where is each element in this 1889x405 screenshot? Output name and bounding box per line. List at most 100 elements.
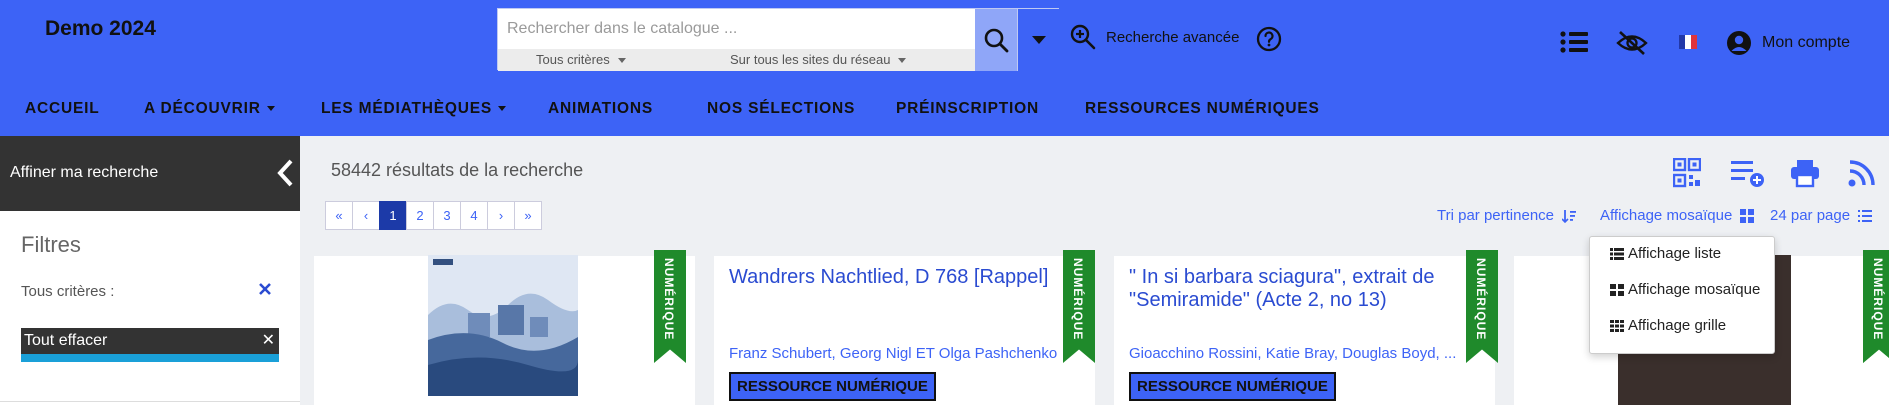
mosaic-icon	[1610, 283, 1624, 296]
collapse-sidebar-button[interactable]	[276, 158, 294, 193]
list-order-icon	[1858, 209, 1873, 223]
nav-item-label: NOS SÉLECTIONS	[707, 100, 856, 117]
display-select[interactable]: Affichage mosaïque	[1600, 207, 1755, 224]
cover-thumbnail[interactable]	[428, 255, 578, 396]
account-link[interactable]: Mon compte	[1726, 30, 1850, 56]
per-page-select[interactable]: 24 par page	[1770, 207, 1873, 224]
site-header: Demo 2024 Tous critères Sur tous les sit…	[0, 0, 1889, 136]
digital-ribbon: NUMÉRIQUE	[1063, 250, 1095, 363]
rss-icon[interactable]	[1848, 158, 1876, 193]
nav-item-label: LES MÉDIATHÈQUES	[321, 100, 492, 117]
ribbon-label: NUMÉRIQUE	[1474, 258, 1488, 341]
criteria-label: Tous critères :	[21, 283, 115, 300]
nav-item-preinscription[interactable]: PRÉINSCRIPTION	[896, 100, 1039, 118]
caret-down-icon	[1031, 35, 1046, 44]
grid-icon	[1610, 319, 1624, 332]
resource-type-badge[interactable]: RESSOURCE NUMÉRIQUE	[729, 372, 936, 401]
card-title[interactable]: Wandrers Nachtlied, D 768 [Rappel]	[729, 266, 1059, 289]
print-icon[interactable]	[1790, 158, 1820, 193]
brand-title[interactable]: Demo 2024	[45, 17, 156, 41]
filter-sidebar: Affiner ma recherche Filtres Tous critèr…	[0, 136, 300, 405]
menu-item-mosaic[interactable]: Affichage mosaïque	[1610, 281, 1760, 298]
ribbon-label: NUMÉRIQUE	[1071, 258, 1085, 341]
help-button[interactable]	[1256, 26, 1282, 57]
page-prev[interactable]: ‹	[352, 201, 380, 230]
criteria-select-label: Tous critères	[536, 52, 610, 67]
nav-item-label: ANIMATIONS	[548, 100, 654, 117]
sort-select[interactable]: Tri par pertinence	[1437, 207, 1576, 224]
help-icon	[1256, 26, 1282, 52]
per-page-label: 24 par page	[1770, 207, 1851, 224]
page-1[interactable]: 1	[379, 201, 407, 230]
page-last[interactable]: »	[514, 201, 542, 230]
close-icon	[259, 283, 271, 295]
scope-select-label: Sur tous les sites du réseau	[730, 52, 891, 67]
digital-ribbon: NUMÉRIQUE	[1466, 250, 1498, 363]
mosaic-icon	[1740, 208, 1755, 223]
card-authors[interactable]: Gioacchino Rossini, Katie Bray, Douglas …	[1129, 345, 1474, 362]
search-button[interactable]	[975, 9, 1017, 71]
nav-item-label: RESSOURCES NUMÉRIQUES	[1085, 100, 1320, 117]
clear-all-button[interactable]: Tout effacer ✕	[21, 328, 279, 354]
nav-item-mediatheques[interactable]: LES MÉDIATHÈQUES	[321, 100, 506, 118]
search-options: Tous critères Sur tous les sites du rése…	[498, 49, 975, 71]
results-count: 58442 résultats de la recherche	[331, 160, 584, 180]
filters-heading: Filtres	[21, 232, 81, 257]
card-authors[interactable]: Franz Schubert, Georg Nigl ET Olga Pashc…	[729, 345, 1069, 362]
scope-select[interactable]: Sur tous les sites du réseau	[730, 52, 907, 67]
qr-code-icon[interactable]	[1672, 157, 1702, 193]
account-label: Mon compte	[1762, 34, 1851, 51]
french-flag-icon[interactable]	[1679, 35, 1697, 49]
nav-item-accueil[interactable]: ACCUEIL	[25, 100, 100, 118]
sidebar-title: Affiner ma recherche	[10, 164, 159, 181]
ribbon-label: NUMÉRIQUE	[662, 258, 676, 341]
sort-icon	[1562, 209, 1576, 223]
menu-item-grid[interactable]: Affichage grille	[1610, 317, 1726, 334]
page-first[interactable]: «	[325, 201, 353, 230]
display-menu: Affichage liste Affichage mosaïque Affic…	[1589, 236, 1775, 354]
criteria-select[interactable]: Tous critères	[536, 52, 626, 67]
search-box: Tous critères Sur tous les sites du rése…	[497, 8, 1059, 71]
caret-down-icon	[266, 106, 275, 112]
result-card[interactable]: Wandrers Nachtlied, D 768 [Rappel] Franz…	[714, 250, 1095, 405]
clear-all-label: Tout effacer	[24, 332, 108, 349]
nav-item-selections[interactable]: NOS SÉLECTIONS	[707, 100, 855, 118]
caret-down-icon	[898, 58, 907, 64]
user-circle-icon	[1727, 31, 1751, 55]
nav-item-animations[interactable]: ANIMATIONS	[548, 100, 653, 118]
menu-item-list[interactable]: Affichage liste	[1610, 245, 1721, 262]
add-to-list-icon[interactable]	[1730, 158, 1766, 193]
search-input[interactable]	[498, 9, 975, 49]
nav-item-decouvrir[interactable]: A DÉCOUVRIR	[144, 100, 275, 118]
resource-type-badge[interactable]: RESSOURCE NUMÉRIQUE	[1129, 372, 1336, 401]
pagination: « ‹ 1 2 3 4 › »	[325, 201, 542, 230]
list-icon[interactable]	[1560, 30, 1588, 59]
nav-item-ressources[interactable]: RESSOURCES NUMÉRIQUES	[1085, 100, 1320, 118]
zoom-in-icon	[1070, 24, 1096, 50]
eye-slash-icon[interactable]	[1616, 30, 1648, 61]
caret-down-icon	[617, 58, 626, 64]
remove-criteria-button[interactable]	[258, 280, 272, 301]
search-dropdown-button[interactable]	[1017, 9, 1059, 71]
sort-label: Tri par pertinence	[1437, 207, 1554, 224]
ribbon-label: NUMÉRIQUE	[1871, 258, 1885, 341]
divider	[0, 401, 300, 402]
chevron-left-icon	[277, 159, 293, 187]
card-title[interactable]: " In si barbara sciagura", extrait de "S…	[1129, 266, 1459, 312]
result-card[interactable]: " In si barbara sciagura", extrait de "S…	[1114, 250, 1498, 405]
caret-down-icon	[497, 106, 506, 112]
digital-ribbon: NUMÉRIQUE	[654, 250, 686, 363]
sidebar-header: Affiner ma recherche	[0, 136, 300, 211]
menu-item-label: Affichage liste	[1628, 245, 1722, 262]
menu-item-label: Affichage grille	[1628, 317, 1727, 334]
page-3[interactable]: 3	[433, 201, 461, 230]
page-2[interactable]: 2	[406, 201, 434, 230]
digital-ribbon: NUMÉRIQUE	[1863, 250, 1889, 363]
page-next[interactable]: ›	[487, 201, 515, 230]
display-label: Affichage mosaïque	[1600, 207, 1733, 224]
clear-all-underline	[21, 354, 279, 362]
page-4[interactable]: 4	[460, 201, 488, 230]
advanced-search-link[interactable]: Recherche avancée	[1070, 24, 1239, 50]
advanced-search-label: Recherche avancée	[1106, 28, 1240, 46]
nav-item-label: A DÉCOUVRIR	[144, 100, 261, 117]
